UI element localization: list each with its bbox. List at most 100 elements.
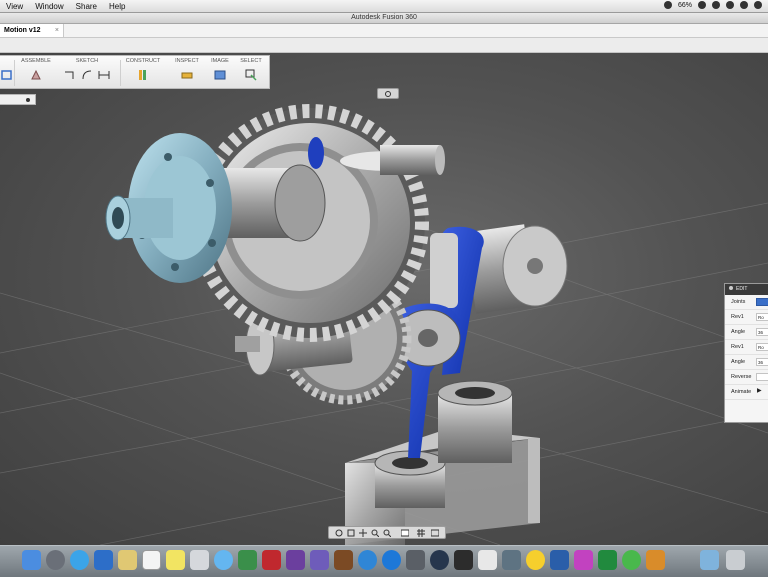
line-icon[interactable] [64, 69, 76, 81]
display-settings-icon[interactable] [401, 529, 409, 537]
select-label: SELECT [240, 58, 262, 64]
tab-close-icon[interactable]: × [55, 24, 59, 37]
user-icon[interactable] [726, 1, 734, 9]
angle-input[interactable]: 36 [756, 328, 768, 336]
select-icon[interactable] [245, 69, 257, 81]
browser-panel-collapsed[interactable] [0, 94, 36, 105]
panel-row-reverse: Reverse [725, 370, 768, 385]
assemble-icon[interactable] [30, 69, 42, 81]
volume-icon[interactable] [698, 1, 706, 9]
appstore-icon[interactable] [382, 550, 401, 570]
panel-collapse-icon[interactable] [729, 286, 733, 290]
cylinder-right [437, 380, 513, 463]
menu-window[interactable]: Window [35, 2, 69, 11]
facetime-icon[interactable] [238, 550, 257, 570]
viewport-settings-icon[interactable] [431, 529, 439, 537]
joints-selector[interactable] [756, 298, 768, 306]
onenote-icon[interactable] [574, 550, 593, 570]
row-label: Angle [731, 329, 746, 335]
panel-row-angle-second: Angle 36 [725, 355, 768, 370]
menu-help[interactable]: Help [109, 2, 131, 11]
animate-play-button[interactable]: ▶ [756, 388, 768, 396]
photobooth-icon[interactable] [262, 550, 281, 570]
notifications-icon[interactable] [754, 1, 762, 9]
adium-icon[interactable] [526, 550, 545, 570]
browser-toggle-icon[interactable] [26, 98, 30, 102]
toolbar-group-construct[interactable]: CONSTRUCT [122, 56, 164, 90]
stickies-icon[interactable] [166, 550, 185, 570]
trash-icon[interactable] [726, 550, 745, 570]
orbit-icon[interactable] [335, 529, 343, 537]
menu-share[interactable]: Share [76, 2, 103, 11]
reverse-checkbox[interactable] [756, 373, 768, 381]
image-icon[interactable] [214, 69, 226, 81]
downloads-icon[interactable] [700, 550, 719, 570]
view-settings-button[interactable] [377, 88, 399, 99]
messages-icon[interactable] [214, 550, 233, 570]
panel-row-rev1-second: Rev1 Ro [725, 340, 768, 355]
zoom-icon[interactable] [371, 529, 379, 537]
itunes-icon[interactable] [286, 550, 305, 570]
pan-icon[interactable] [359, 529, 367, 537]
toolbar-group-sketch[interactable]: SKETCH [58, 56, 116, 90]
clock-icon[interactable] [712, 1, 720, 9]
calendar-icon[interactable] [142, 550, 161, 570]
row-label: Reverse [731, 374, 752, 380]
edit-joint-panel: EDIT Joints Rev1 Ro Angle 36 Rev1 Ro Angle 3… [724, 283, 768, 423]
panel-row-joints: Joints [725, 295, 768, 310]
excel-icon[interactable] [598, 550, 617, 570]
workspace-icon[interactable] [1, 69, 13, 81]
fusion-icon[interactable] [646, 550, 665, 570]
grid-settings-icon[interactable] [417, 529, 425, 537]
rev1-motion-select[interactable]: Ro [756, 313, 768, 321]
gear-icon [385, 91, 391, 97]
word-icon[interactable] [550, 550, 569, 570]
systemprefs-icon[interactable] [406, 550, 425, 570]
wifi-icon[interactable] [663, 1, 672, 9]
spotlight-icon[interactable] [740, 1, 748, 9]
construct-plane-icon[interactable] [137, 69, 149, 81]
finder-icon[interactable] [22, 550, 41, 570]
rev1-motion-select-2[interactable]: Ro [756, 343, 768, 351]
fit-icon[interactable] [383, 529, 391, 537]
toolbar-separator [14, 60, 15, 86]
quicktime-icon[interactable] [358, 550, 377, 570]
imovie-icon[interactable] [310, 550, 329, 570]
utorrent-icon[interactable] [622, 550, 641, 570]
mode-switch[interactable] [0, 56, 14, 90]
sketch-label: SKETCH [75, 58, 99, 64]
row-label: Joints [731, 299, 746, 305]
launchpad-icon[interactable] [46, 550, 65, 570]
safari-icon[interactable] [70, 550, 89, 570]
automator-icon[interactable] [478, 550, 497, 570]
measure-icon[interactable] [181, 69, 193, 81]
photo-icon[interactable] [190, 550, 209, 570]
angle-input-2[interactable]: 36 [756, 358, 768, 366]
dashboard-icon[interactable] [430, 550, 449, 570]
battery-label[interactable]: 66% [678, 2, 692, 9]
panel-title: EDIT [736, 286, 748, 292]
panel-header: EDIT [725, 284, 768, 295]
toolbar-group-select[interactable]: SELECT [236, 56, 266, 90]
toolbar-group-assemble[interactable]: ASSEMBLE [16, 56, 56, 90]
guitar-icon[interactable] [334, 550, 353, 570]
assemble-label: ASSEMBLE [21, 58, 51, 64]
viewport-3d[interactable] [0, 53, 768, 545]
toolbar-band [0, 38, 768, 53]
menu-view[interactable]: View [6, 2, 29, 11]
tab-motion-v12[interactable]: Motion v12 × [0, 24, 64, 37]
main-toolbar: ASSEMBLE SKETCH CONSTRUCT INSPECT IMAGE … [0, 55, 270, 89]
dimension-icon[interactable] [98, 69, 110, 81]
toolbar-group-image[interactable]: IMAGE [206, 56, 234, 90]
look-at-icon[interactable] [347, 529, 355, 537]
gear-assembly-model[interactable] [0, 53, 768, 545]
preview-icon[interactable] [94, 550, 113, 570]
row-label: Animate [731, 389, 752, 395]
notes-icon[interactable] [118, 550, 137, 570]
output-shaft [380, 145, 445, 175]
messenger-icon[interactable] [502, 550, 521, 570]
activity-icon[interactable] [454, 550, 473, 570]
toolbar-group-inspect[interactable]: INSPECT [170, 56, 204, 90]
inspect-label: INSPECT [175, 58, 199, 64]
arc-icon[interactable] [81, 69, 93, 81]
